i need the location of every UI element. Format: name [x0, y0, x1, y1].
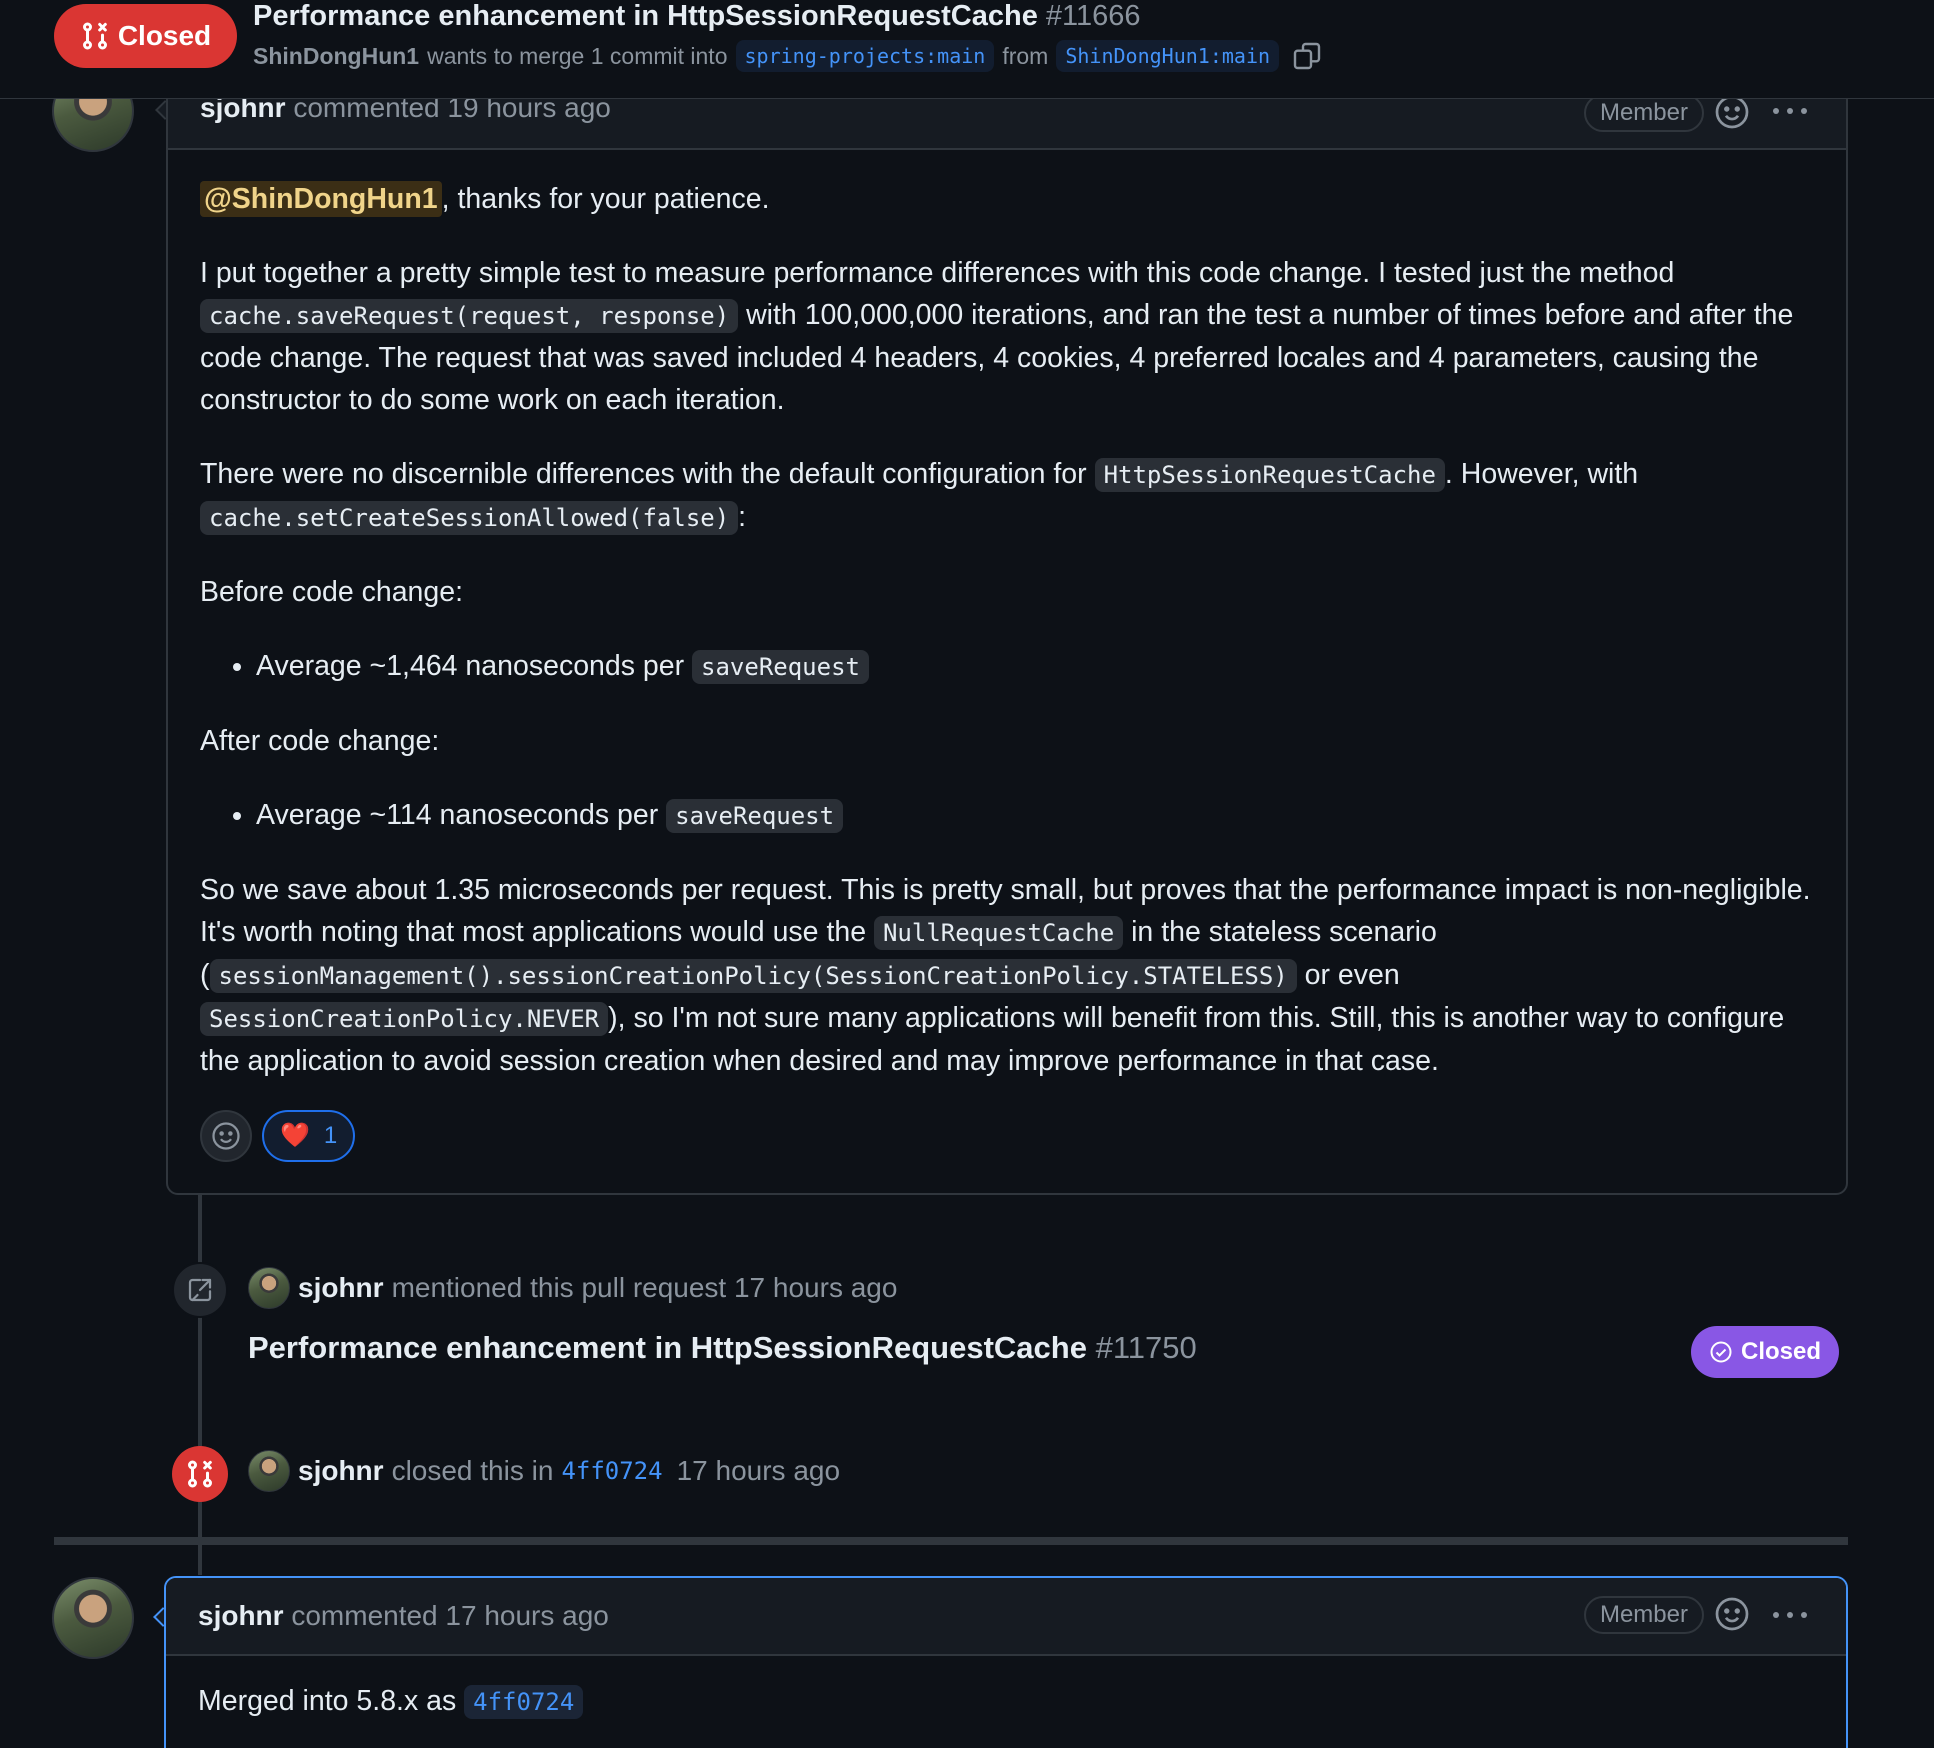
kebab-horizontal-icon[interactable]: [1770, 1600, 1810, 1630]
text: Merged into 5.8.x as: [198, 1685, 465, 1717]
comment-author[interactable]: sjohnr: [198, 1600, 284, 1631]
merge-text: wants to merge 1 commit into: [427, 42, 728, 69]
cross-reference-badge: [172, 1262, 228, 1318]
reaction-count: 1: [323, 1122, 338, 1149]
inline-code: SessionCreationPolicy.NEVER: [200, 1002, 609, 1036]
commit-sha-link[interactable]: 4ff0724: [561, 1457, 662, 1485]
heart-icon: ❤️: [280, 1122, 310, 1149]
pr-merge-info: ShinDongHun1 wants to merge 1 commit int…: [253, 40, 1323, 72]
head-branch-link[interactable]: ShinDongHun1:main: [1056, 40, 1280, 72]
inline-code: HttpSessionRequestCache: [1094, 458, 1445, 492]
smiley-icon[interactable]: [1714, 1596, 1750, 1632]
kebab-horizontal-icon[interactable]: [1770, 96, 1810, 126]
after-label: After code change:: [200, 725, 440, 757]
comment-1: sjohnr commented 19 hours ago Member @Sh…: [166, 70, 1848, 1195]
avatar[interactable]: [52, 1577, 134, 1659]
user-mention[interactable]: @ShinDongHun1: [200, 181, 442, 217]
event-author[interactable]: sjohnr: [298, 1455, 384, 1487]
list-item: Average ~114 nanoseconds per saveRequest: [256, 794, 1814, 837]
comment-paragraph: There were no discernible differences wi…: [200, 453, 1814, 539]
git-pull-request-closed-icon: [188, 1460, 212, 1488]
text: I put together a pretty simple test to m…: [200, 257, 1675, 289]
reactions-bar: ❤️ 1: [200, 1110, 1814, 1162]
after-list: Average ~114 nanoseconds per saveRequest: [200, 794, 1814, 837]
referenced-pr-link[interactable]: Performance enhancement in HttpSessionRe…: [248, 1330, 1197, 1366]
copy-icon[interactable]: [1291, 40, 1323, 72]
referenced-pr-title[interactable]: Performance enhancement in HttpSessionRe…: [248, 1330, 1087, 1365]
inline-code: cache.setCreateSessionAllowed(false): [200, 501, 739, 535]
text: Average ~114 nanoseconds per: [256, 799, 667, 831]
git-pull-request-closed-icon: [82, 22, 107, 50]
sticky-pr-header: Closed Performance enhancement in HttpSe…: [0, 0, 1934, 99]
text: , thanks for your patience.: [441, 183, 770, 215]
text: Average ~1,464 nanoseconds per: [256, 650, 693, 682]
text: . However, with: [1444, 458, 1639, 490]
smiley-icon[interactable]: [1714, 94, 1750, 130]
inline-code: saveRequest: [666, 799, 844, 833]
comment-body: Merged into 5.8.x as 4ff0724: [166, 1656, 1846, 1747]
comment-paragraph: @ShinDongHun1, thanks for your patience.: [200, 178, 1814, 220]
comment-paragraph: I put together a pretty simple test to m…: [200, 252, 1814, 421]
member-badge: Member: [1583, 1596, 1704, 1634]
closed-event: sjohnr closed this in 4ff0724 17 hours a…: [248, 1450, 840, 1492]
timeline-separator: [54, 1537, 1848, 1545]
from-text: from: [1002, 42, 1049, 69]
text: or even: [1296, 959, 1400, 991]
cross-reference-icon: [188, 1278, 212, 1302]
event-author[interactable]: sjohnr: [298, 1272, 384, 1304]
pr-state-badge: Closed: [54, 4, 237, 68]
base-branch-link[interactable]: spring-projects:main: [735, 40, 995, 72]
smiley-icon: [212, 1122, 240, 1150]
pr-state-label: Closed: [117, 20, 212, 51]
inline-code: cache.saveRequest(request, response): [200, 299, 739, 333]
event-time[interactable]: 17 hours ago: [677, 1455, 840, 1487]
comment-timestamp[interactable]: commented 17 hours ago: [291, 1600, 609, 1631]
comment-header: sjohnr commented 17 hours ago Member: [166, 1578, 1846, 1656]
pr-title: Performance enhancement in HttpSessionRe…: [253, 0, 1141, 33]
referenced-pr-state-badge: Closed: [1691, 1326, 1840, 1378]
commit-sha-link[interactable]: 4ff0724: [464, 1685, 584, 1719]
event-text: closed this in: [391, 1455, 554, 1486]
referenced-pr-number[interactable]: #11750: [1096, 1330, 1197, 1365]
check-circle-icon: [1710, 1341, 1732, 1363]
heart-reaction-button[interactable]: ❤️ 1: [262, 1110, 356, 1162]
inline-code: sessionManagement().sessionCreationPolic…: [209, 959, 1297, 993]
mention-event: sjohnr mentioned this pull request 17 ho…: [248, 1267, 897, 1309]
inline-code: NullRequestCache: [873, 916, 1124, 950]
pr-author-link[interactable]: ShinDongHun1: [253, 43, 419, 70]
text: There were no discernible differences wi…: [200, 458, 1095, 490]
avatar[interactable]: [248, 1267, 290, 1309]
add-reaction-button[interactable]: [200, 1110, 252, 1162]
comment-paragraph: So we save about 1.35 microseconds per r…: [200, 869, 1814, 1082]
avatar[interactable]: [248, 1450, 290, 1492]
pr-number: #11666: [1045, 0, 1141, 32]
timeline-line: [198, 1545, 202, 1575]
referenced-pr-state: Closed: [1741, 1338, 1822, 1365]
closed-event-badge: [172, 1446, 228, 1502]
pr-title-text: Performance enhancement in HttpSessionRe…: [253, 0, 1038, 32]
comment-body: @ShinDongHun1, thanks for your patience.…: [168, 150, 1846, 1186]
text: :: [738, 501, 747, 533]
list-item: Average ~1,464 nanoseconds per saveReque…: [256, 645, 1814, 688]
inline-code: saveRequest: [692, 650, 869, 684]
before-label: Before code change:: [200, 576, 464, 608]
event-text: mentioned this pull request 17 hours ago: [391, 1272, 898, 1303]
comment-2: sjohnr commented 17 hours ago Member Mer…: [164, 1576, 1848, 1748]
comment-meta: sjohnr commented 17 hours ago: [198, 1600, 609, 1632]
member-badge: Member: [1583, 94, 1704, 132]
before-list: Average ~1,464 nanoseconds per saveReque…: [200, 645, 1814, 688]
